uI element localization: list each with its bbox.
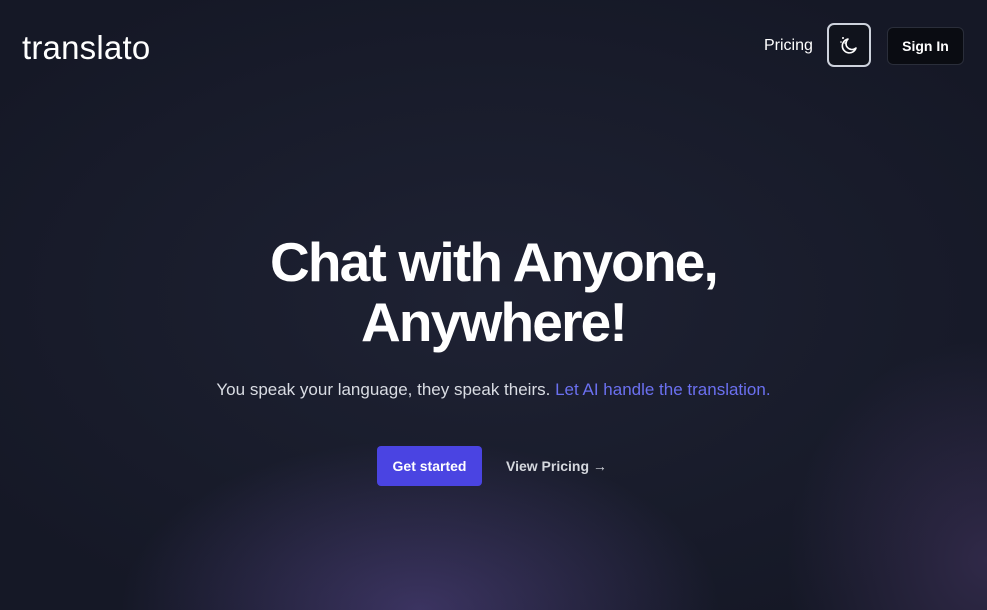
theme-toggle-button[interactable] <box>827 23 871 67</box>
moon-stars-icon <box>840 37 857 54</box>
subtitle-accent-text: Let AI handle the translation. <box>555 380 771 399</box>
hero-title-line-2: Anywhere! <box>361 291 628 353</box>
nav-pricing-link[interactable]: Pricing <box>764 36 813 56</box>
hero-title: Chat with Anyone, Anywhere! <box>0 232 987 352</box>
subtitle-text: You speak your language, they speak thei… <box>216 380 551 399</box>
get-started-button[interactable]: Get started <box>377 446 482 486</box>
hero-subtitle: You speak your language, they speak thei… <box>0 379 987 401</box>
logo[interactable]: translato <box>22 28 150 68</box>
view-pricing-link[interactable]: View Pricing → <box>506 456 607 476</box>
hero-title-line-1: Chat with Anyone, <box>269 231 719 293</box>
sign-in-button[interactable]: Sign In <box>887 27 964 65</box>
